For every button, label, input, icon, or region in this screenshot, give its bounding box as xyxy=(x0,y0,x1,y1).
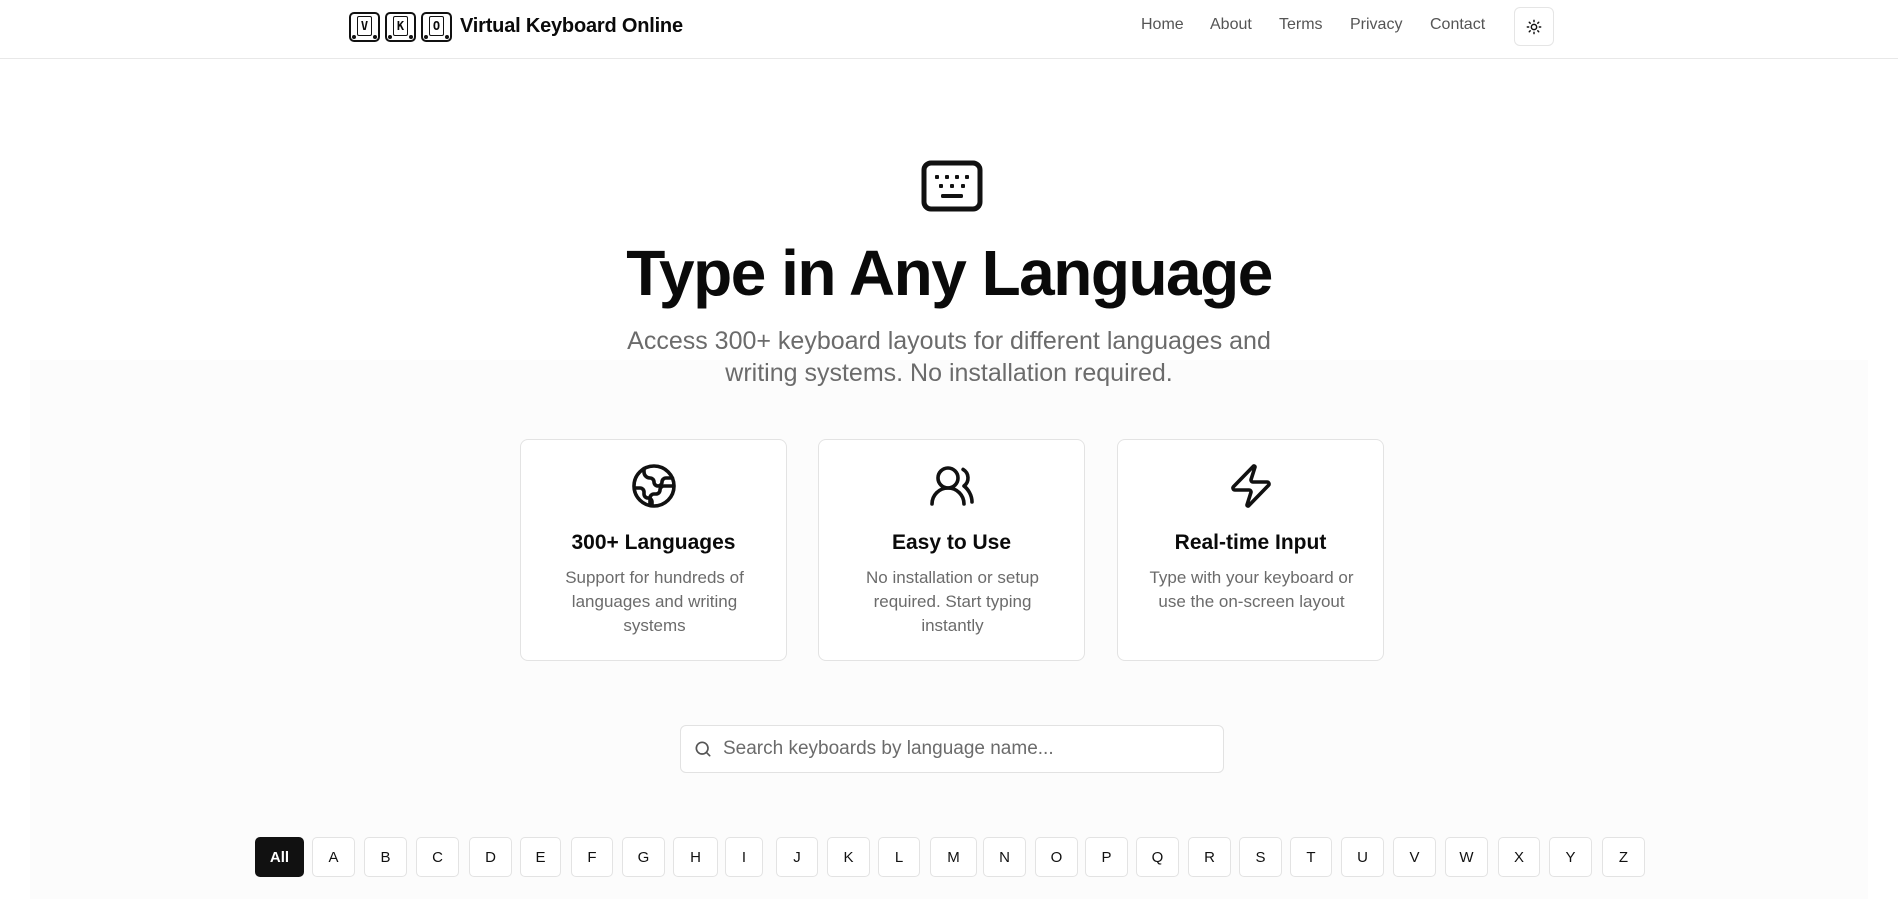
feature-title: Real-time Input xyxy=(1174,531,1327,554)
nav-privacy-link[interactable]: Privacy xyxy=(1350,16,1402,34)
logo-key-letter: K xyxy=(396,18,405,33)
nav-contact-link[interactable]: Contact xyxy=(1430,16,1485,34)
letter-filter-g[interactable]: G xyxy=(622,837,665,877)
sun-icon xyxy=(1526,19,1542,34)
feature-card-easy: Easy to Use No installation or setup req… xyxy=(818,439,1085,661)
nav-home-link[interactable]: Home xyxy=(1141,16,1184,34)
feature-title: 300+ Languages xyxy=(571,531,736,554)
letter-filter-j[interactable]: J xyxy=(776,837,818,877)
brand-logo-link[interactable]: V K O Virtual Keyboard Online xyxy=(349,11,683,42)
feature-card-realtime: Real-time Input Type with your keyboard … xyxy=(1117,439,1384,661)
keyboard-icon xyxy=(921,160,983,212)
letter-filter-z[interactable]: Z xyxy=(1602,837,1645,877)
letter-filter-y[interactable]: Y xyxy=(1549,837,1592,877)
letter-filter-h[interactable]: H xyxy=(673,837,718,877)
letter-filter-q[interactable]: Q xyxy=(1136,837,1179,877)
letter-filter-i[interactable]: I xyxy=(725,837,763,877)
letter-filter-d[interactable]: D xyxy=(469,837,512,877)
logo-keycaps: V K O xyxy=(349,11,452,42)
letter-filter-x[interactable]: X xyxy=(1498,837,1540,877)
users-icon xyxy=(929,466,974,506)
logo-keycap: O xyxy=(421,11,452,42)
letter-filter-f[interactable]: F xyxy=(571,837,613,877)
search-input[interactable] xyxy=(723,738,1203,760)
nav-about-link[interactable]: About xyxy=(1210,16,1252,34)
letter-filter-o[interactable]: O xyxy=(1035,837,1078,877)
letter-filter-p[interactable]: P xyxy=(1085,837,1128,877)
site-title: Virtual Keyboard Online xyxy=(460,15,683,37)
letter-filter-r[interactable]: R xyxy=(1188,837,1231,877)
letter-filter-c[interactable]: C xyxy=(416,837,459,877)
lightning-icon xyxy=(1230,464,1271,508)
theme-toggle-button[interactable] xyxy=(1514,7,1554,46)
alphabet-filter: All A B C D E F G H I J K L M N O P Q R S T U V W X Y Z xyxy=(0,837,1898,877)
nav-terms-link[interactable]: Terms xyxy=(1279,16,1323,34)
letter-filter-m[interactable]: M xyxy=(930,837,977,877)
feature-description: Support for hundreds of languages and wr… xyxy=(565,568,744,635)
letter-filter-w[interactable]: W xyxy=(1445,837,1488,877)
letter-filter-v[interactable]: V xyxy=(1393,837,1436,877)
letter-filter-l[interactable]: L xyxy=(878,837,920,877)
feature-card-languages: 300+ Languages Support for hundreds of l… xyxy=(520,439,787,661)
letter-filter-n[interactable]: N xyxy=(983,837,1026,877)
site-header: V K O Virtual Keyboard Online Home About… xyxy=(0,0,1898,59)
globe-icon xyxy=(631,464,676,508)
logo-keycap: V xyxy=(349,11,380,42)
hero-title: Type in Any Language xyxy=(626,237,1273,309)
letter-filter-e[interactable]: E xyxy=(520,837,561,877)
letter-filter-b[interactable]: B xyxy=(364,837,407,877)
feature-title: Easy to Use xyxy=(891,531,1012,554)
search-icon xyxy=(693,739,713,759)
search-box xyxy=(680,725,1224,773)
logo-key-letter: O xyxy=(432,18,441,33)
feature-description: No installation or setup required. Start… xyxy=(866,568,1039,635)
letter-filter-all[interactable]: All xyxy=(255,837,304,877)
letter-filter-a[interactable]: A xyxy=(312,837,355,877)
logo-key-letter: V xyxy=(360,18,369,33)
letter-filter-k[interactable]: K xyxy=(827,837,870,877)
feature-description: Type with your keyboard or use the on-sc… xyxy=(1149,568,1354,611)
letter-filter-u[interactable]: U xyxy=(1341,837,1384,877)
logo-keycap: K xyxy=(385,11,416,42)
hero-subtitle: Access 300+ keyboard layouts for differe… xyxy=(627,327,1271,387)
letter-filter-s[interactable]: S xyxy=(1239,837,1282,877)
letter-filter-t[interactable]: T xyxy=(1290,837,1332,877)
